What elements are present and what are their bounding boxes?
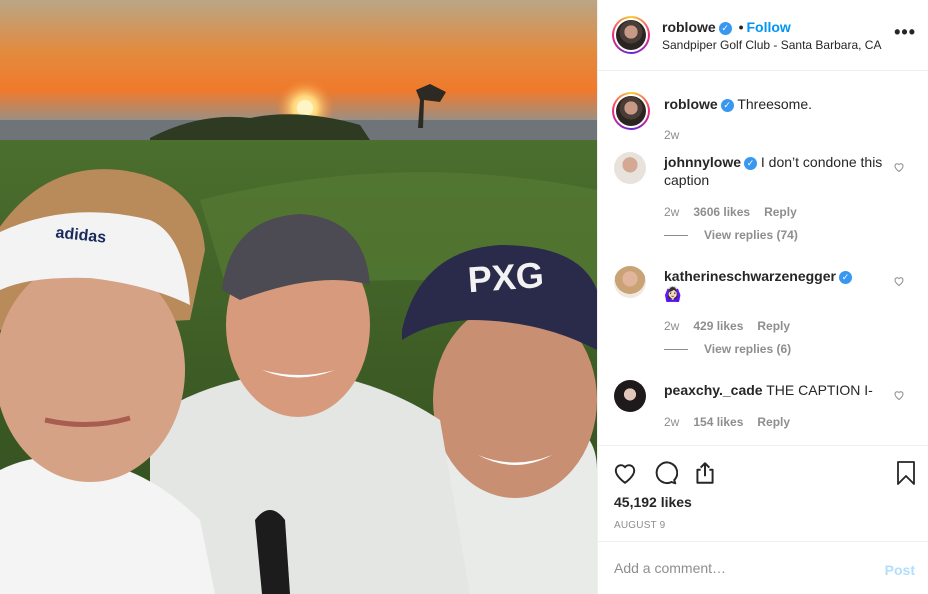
- selfie-photo: PXG adidas: [0, 0, 597, 594]
- comment-meta: 2w 429 likes Reply: [664, 319, 804, 333]
- author-avatar[interactable]: [612, 16, 650, 54]
- comments-list[interactable]: roblowe ✓ Threesome. 2w johnnylowe ✓ I don…: [598, 71, 928, 445]
- comment-username[interactable]: peaxchy._cade: [664, 382, 763, 398]
- like-comment-heart-icon[interactable]: [893, 275, 905, 287]
- share-icon[interactable]: [692, 460, 718, 486]
- comment-age: 2w: [664, 415, 680, 429]
- reply-button[interactable]: Reply: [757, 415, 790, 429]
- caption-avatar[interactable]: [612, 92, 650, 130]
- bookmark-icon[interactable]: [894, 460, 918, 486]
- verified-badge-icon: ✓: [744, 157, 757, 170]
- post-comment-button[interactable]: Post: [885, 562, 915, 578]
- like-comment-heart-icon[interactable]: [893, 389, 905, 401]
- post-actions: 45,192 likes AUGUST 9: [598, 445, 928, 541]
- comment-bubble-icon[interactable]: [652, 460, 678, 486]
- post-detail-panel: roblowe ✓ • Follow Sandpiper Golf Club - S…: [597, 0, 928, 594]
- commenter-avatar[interactable]: [614, 152, 646, 184]
- comment-meta: 2w 154 likes Reply: [664, 415, 804, 429]
- view-replies-button[interactable]: View replies (74): [664, 228, 798, 242]
- comment-text: 🙆🏻‍♀️: [664, 286, 682, 302]
- verified-badge-icon: ✓: [720, 99, 734, 112]
- like-heart-icon[interactable]: [612, 460, 638, 486]
- comment-meta: 2w 3606 likes Reply: [664, 205, 811, 219]
- comment: peaxchy._cade THE CAPTION I-: [664, 381, 894, 399]
- commenter-avatar[interactable]: [614, 266, 646, 298]
- reply-button[interactable]: Reply: [757, 319, 790, 333]
- separator-dot: •: [738, 19, 744, 35]
- comment-text: THE CAPTION I-: [766, 382, 873, 398]
- reply-button[interactable]: Reply: [764, 205, 797, 219]
- comment: johnnylowe ✓ I don’t condone this caption: [664, 153, 884, 189]
- commenter-avatar[interactable]: [614, 380, 646, 412]
- post-header: roblowe ✓ • Follow Sandpiper Golf Club - S…: [598, 0, 928, 71]
- caption-username[interactable]: roblowe: [664, 96, 718, 112]
- comment-likes[interactable]: 154 likes: [693, 415, 743, 429]
- caption-age: 2w: [664, 128, 680, 142]
- comment-username[interactable]: katherineschwarzenegger: [664, 268, 836, 284]
- view-replies-button[interactable]: View replies (6): [664, 342, 791, 356]
- post-location[interactable]: Sandpiper Golf Club - Santa Barbara, CA: [662, 38, 881, 52]
- like-count[interactable]: 45,192 likes: [614, 494, 692, 510]
- comment-age: 2w: [664, 205, 680, 219]
- comment-likes[interactable]: 429 likes: [693, 319, 743, 333]
- comment-input[interactable]: [614, 560, 864, 576]
- svg-text:PXG: PXG: [466, 254, 545, 300]
- comment: katherineschwarzenegger ✓ 🙆🏻‍♀️: [664, 267, 894, 303]
- add-comment-bar: Post: [598, 541, 928, 594]
- caption: roblowe ✓ Threesome.: [664, 95, 812, 113]
- comment-likes[interactable]: 3606 likes: [693, 205, 750, 219]
- follow-button[interactable]: Follow: [746, 19, 790, 35]
- post-date[interactable]: AUGUST 9: [614, 520, 665, 531]
- caption-text: Threesome.: [737, 96, 813, 112]
- more-options-icon[interactable]: •••: [894, 22, 916, 43]
- comment-age: 2w: [664, 319, 680, 333]
- like-comment-heart-icon[interactable]: [893, 161, 905, 173]
- post-photo[interactable]: PXG adidas: [0, 0, 597, 594]
- comment-username[interactable]: johnnylowe: [664, 154, 741, 170]
- author-username[interactable]: roblowe: [662, 19, 716, 35]
- verified-badge-icon: ✓: [838, 271, 852, 284]
- verified-badge-icon: ✓: [718, 22, 732, 35]
